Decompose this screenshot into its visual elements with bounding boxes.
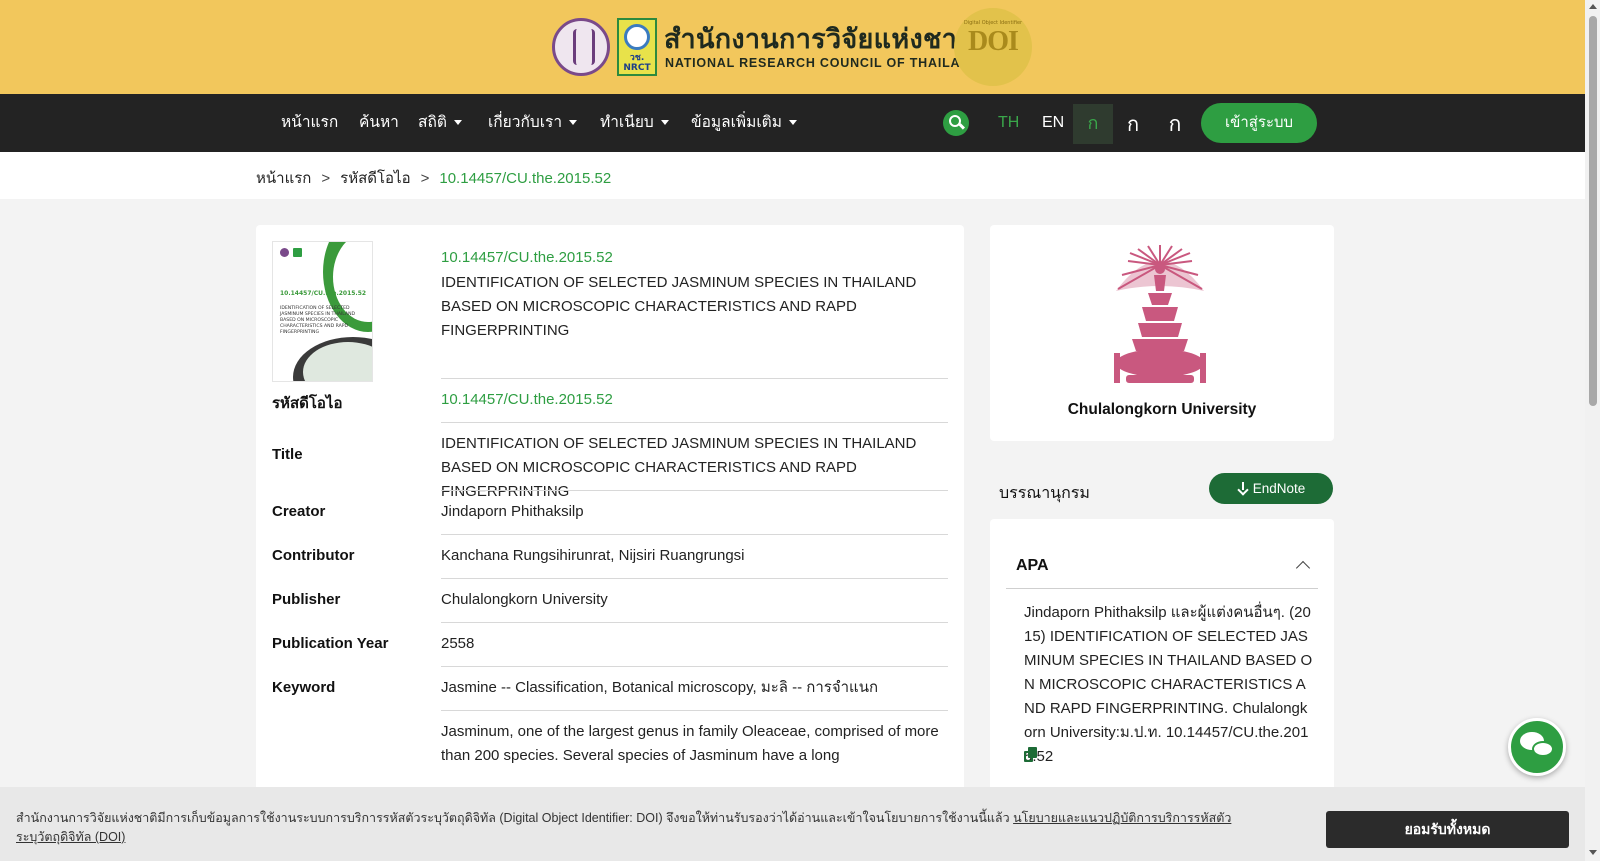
breadcrumb-home[interactable]: หน้าแรก: [256, 170, 311, 187]
cover-title: IDENTIFICATION OF SELECTED JASMINUM SPEC…: [280, 306, 356, 335]
doi-logo: Digital Object Identifier DOI: [954, 8, 1032, 86]
field-label: Contributor: [272, 547, 355, 564]
nav-about-label: เกี่ยวกับเรา: [488, 114, 563, 131]
field-value-publisher: Chulalongkorn University: [441, 591, 608, 608]
nav-directory-label: ทำเนียบ: [600, 114, 654, 131]
nav-directory[interactable]: ทำเนียบ: [600, 94, 669, 152]
lang-en-button[interactable]: EN: [1042, 94, 1064, 152]
breadcrumb-doi[interactable]: รหัสดีโอไอ: [340, 170, 410, 187]
field-value-creator: Jindaporn Phithaksilp: [441, 503, 584, 520]
field-label: Creator: [272, 503, 326, 520]
org-name-thai: สำนักงานการวิจัยแห่งชาติ: [664, 24, 975, 54]
breadcrumb-separator: >: [321, 170, 331, 187]
font-size-large-button[interactable]: ก: [1155, 104, 1195, 144]
search-icon[interactable]: [943, 110, 969, 136]
nav-about[interactable]: เกี่ยวกับเรา: [488, 94, 578, 152]
nrct-logo-text: วช. NRCT: [623, 53, 651, 73]
field-label: รหัสดีโอไอ: [272, 395, 343, 412]
university-name: Chulalongkorn University: [1067, 401, 1257, 418]
nav-statistics-label: สถิติ: [418, 114, 447, 131]
header-banner: วช. NRCT สำนักงานการวิจัยแห่งชาติ NATION…: [0, 0, 1585, 94]
cookie-consent-message: สำนักงานการวิจัยแห่งชาติมีการเก็บข้อมูลก…: [16, 811, 1010, 825]
accept-all-button[interactable]: ยอมรับทั้งหมด: [1326, 811, 1569, 848]
cover-seal-icon: [280, 248, 289, 257]
breadcrumb-bar: หน้าแรก > รหัสดีโอไอ >10.14457/CU.the.2015.…: [0, 152, 1585, 199]
download-icon: [1237, 482, 1249, 494]
field-value-keyword: Jasmine -- Classification, Botanical mic…: [441, 679, 879, 696]
record-doi-link[interactable]: 10.14457/CU.the.2015.52: [441, 249, 613, 266]
row-divider: [441, 378, 948, 379]
lang-th-button[interactable]: TH: [998, 94, 1019, 152]
chat-bubble: [1532, 741, 1554, 757]
nav-more-info-label: ข้อมูลเพิ่มเติม: [691, 114, 782, 131]
field-label: Publisher: [272, 591, 341, 608]
field-label: Publication Year: [272, 635, 389, 652]
main-navbar: หน้าแรก ค้นหา สถิติ เกี่ยวกับเรา ทำเนียบ…: [0, 94, 1585, 152]
cookie-consent-banner: สำนักงานการวิจัยแห่งชาติมีการเก็บข้อมูลก…: [0, 787, 1585, 861]
caret-down-icon: [788, 120, 797, 126]
cover-doi: 10.14457/CU.the.2015.52: [280, 290, 367, 297]
font-size-small-button[interactable]: ก: [1073, 104, 1113, 144]
endnote-download-button[interactable]: EndNote: [1209, 473, 1333, 504]
field-label: Title: [272, 446, 303, 463]
chevron-up-icon: [1295, 560, 1311, 576]
field-value-title: IDENTIFICATION OF SELECTED JASMINUM SPEC…: [441, 435, 917, 500]
bibliography-heading: บรรณานุกรม: [999, 485, 1090, 502]
field-value-doi[interactable]: 10.14457/CU.the.2015.52: [441, 388, 951, 412]
row-divider: [441, 534, 948, 535]
search-handle: [958, 123, 966, 130]
breadcrumb: หน้าแรก > รหัสดีโอไอ >10.14457/CU.the.2015.…: [256, 166, 611, 190]
row-divider: [441, 422, 948, 423]
row-divider: [441, 578, 948, 579]
scroll-up-arrow-icon[interactable]: [1589, 4, 1597, 9]
record-title: IDENTIFICATION OF SELECTED JASMINUM SPEC…: [441, 274, 917, 339]
apa-citation-text: Jindaporn Phithaksilp และผู้แต่งคนอื่นๆ.…: [1024, 604, 1313, 765]
doi-logo-text: DOI: [968, 26, 1019, 57]
breadcrumb-separator: >: [420, 170, 430, 187]
record-card: 10.14457/CU.the.2015.52 IDENTIFICATION O…: [256, 225, 964, 845]
cover-thumbnail: 10.14457/CU.the.2015.52 IDENTIFICATION O…: [272, 241, 373, 382]
nav-statistics[interactable]: สถิติ: [418, 94, 462, 152]
university-card: Chulalongkorn University: [990, 225, 1334, 441]
nrct-logo: วช. NRCT: [617, 18, 657, 76]
caret-down-icon: [569, 120, 578, 126]
row-divider: [441, 710, 948, 711]
copy-icon-front: [1028, 747, 1037, 758]
row-divider: [441, 622, 948, 623]
caret-down-icon: [453, 120, 462, 126]
caret-down-icon: [660, 120, 669, 126]
copy-icon[interactable]: [1024, 747, 1038, 763]
scroll-down-arrow-icon[interactable]: [1589, 850, 1597, 855]
government-seal-logo: [552, 18, 610, 76]
row-divider: [441, 490, 948, 491]
apa-label: APA: [1016, 557, 1049, 574]
apa-accordion-toggle[interactable]: APA: [1006, 543, 1318, 589]
chat-icon[interactable]: [1508, 718, 1566, 776]
login-button[interactable]: เข้าสู่ระบบ: [1201, 103, 1317, 143]
field-label: Keyword: [272, 679, 336, 696]
nav-home[interactable]: หน้าแรก: [281, 94, 338, 152]
field-value-contributor: Kanchana Rungsihirunrat, Nijsiri Ruangru…: [441, 547, 745, 564]
nav-more-info[interactable]: ข้อมูลเพิ่มเติม: [691, 94, 797, 152]
cover-nrct-icon: [293, 248, 302, 257]
breadcrumb-current: 10.14457/CU.the.2015.52: [439, 170, 612, 187]
cookie-consent-text: สำนักงานการวิจัยแห่งชาติมีการเก็บข้อมูลก…: [16, 809, 1241, 847]
font-size-medium-button[interactable]: ก: [1113, 104, 1153, 144]
row-divider: [441, 666, 948, 667]
chulalongkorn-crest-logo: [1114, 245, 1206, 383]
nav-search[interactable]: ค้นหา: [359, 94, 399, 152]
page-scrollbar[interactable]: [1585, 0, 1600, 861]
endnote-label: EndNote: [1252, 481, 1306, 496]
field-value-year: 2558: [441, 635, 475, 652]
scrollbar-thumb[interactable]: [1589, 16, 1597, 406]
org-name-english: NATIONAL RESEARCH COUNCIL OF THAILAND: [665, 56, 981, 70]
nrct-logo-emblem: [624, 24, 650, 50]
field-value-abstract: Jasminum, one of the largest genus in fa…: [441, 723, 939, 764]
